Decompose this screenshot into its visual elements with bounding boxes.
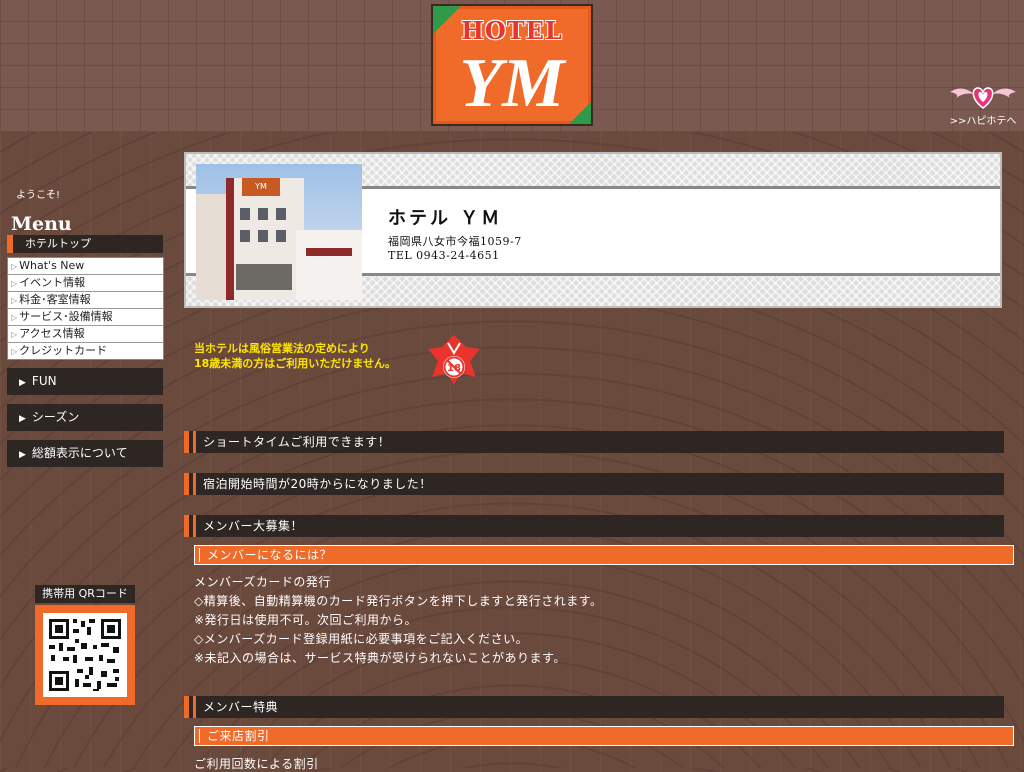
sidebar-item-access[interactable]: ▷ アクセス情報 (8, 326, 163, 343)
welcome-text: ようこそ! (16, 190, 61, 201)
subsection-title: ご来店割引 (207, 729, 270, 743)
qr-caption: 携帯用 QRコード (35, 585, 135, 603)
hotel-address: 福岡県八女市今福1059-7 (388, 235, 522, 248)
sidebar-item-label: ホテルトップ (25, 237, 91, 250)
section-short-time: ショートタイムご利用できます！ (184, 431, 1004, 453)
arrow-icon: ▷ (11, 279, 18, 288)
sidebar-item-label: イベント情報 (19, 276, 86, 289)
member-info-line: メンバーズカードの発行 (194, 575, 331, 589)
winged-heart-icon (950, 87, 1016, 109)
sidebar-item-events[interactable]: ▷ イベント情報 (8, 275, 163, 292)
double-arrow-icon: ▶ (19, 450, 26, 460)
qr-code-icon (49, 619, 121, 691)
section-member-recruit: メンバー大募集！ (184, 515, 1004, 537)
section-title: メンバー特典 (203, 700, 279, 714)
subsection-title: メンバーになるには？ (207, 548, 333, 562)
member-info-line: ◇メンバーズカード登録用紙に必要事項をご記入ください。 (194, 632, 529, 646)
section-title: ショートタイムご利用できます！ (203, 435, 391, 449)
sidebar-item-label: What's New (19, 259, 85, 272)
sidebar-button-label: シーズン (31, 410, 80, 424)
sidebar-item-label: 料金･客室情報 (19, 293, 91, 306)
double-arrow-icon: ▶ (19, 414, 26, 424)
arrow-icon: ▷ (11, 296, 18, 305)
sidebar-button-fun[interactable]: ▶ FUN (7, 368, 163, 395)
section-title: 宿泊開始時間が20時からになりました！ (203, 477, 432, 491)
section-title: メンバー大募集！ (203, 519, 304, 533)
notice-line: 18歳未満の方はご利用いただけません。 (194, 357, 396, 370)
logo-text-top: HOTEL (461, 16, 563, 45)
arrow-icon: ▷ (11, 262, 18, 271)
happy-hotel-link-label: >>ハピホテへ (949, 116, 1017, 127)
sidebar-button-season[interactable]: ▶ シーズン (7, 404, 163, 431)
member-info-text: メンバーズカードの発行 ◇精算後、自動精算機のカード発行ボタンを押下しますと発行… (194, 573, 603, 668)
sidebar-item-label: アクセス情報 (19, 327, 85, 340)
site-header: HOTEL YM >>ハピホテへ (0, 0, 1024, 132)
sidebar-item-hotel-top[interactable]: ホテルトップ (7, 235, 163, 253)
happy-hotel-link[interactable]: >>ハピホテへ (946, 84, 1020, 127)
sidebar-button-total-price[interactable]: ▶ 総額表示について (7, 440, 163, 467)
mobile-qr-block: 携帯用 QRコード (35, 585, 135, 705)
qr-code (35, 605, 135, 705)
sidebar-item-label: クレジットカード (19, 344, 108, 357)
hotel-photo[interactable]: YM (196, 164, 362, 300)
section-stay-start: 宿泊開始時間が20時からになりました！ (184, 473, 1004, 495)
arrow-icon: ▷ (11, 313, 18, 322)
hotel-phone: TEL 0943-24-4651 (388, 249, 500, 262)
logo-text-main: YM (459, 45, 565, 122)
hotel-photo-sign: YM (242, 178, 280, 196)
sidebar-item-whats-new[interactable]: ▷ What's New (8, 258, 163, 275)
age-restriction-notice: 当ホテルは風俗営業法の定めにより 18歳未満の方はご利用いただけません。 (194, 341, 396, 371)
hotel-logo[interactable]: HOTEL YM (431, 4, 593, 126)
sidebar-item-services[interactable]: ▷ サービス･設備情報 (8, 309, 163, 326)
age-18-prohibited-icon: 18 (426, 333, 482, 391)
hotel-name: ホテル ＹＭ (388, 208, 503, 229)
sidebar-button-label: 総額表示について (31, 446, 128, 460)
subsection-how-to-member: メンバーになるには？ (194, 545, 1014, 565)
arrow-icon: ▷ (11, 347, 18, 356)
sidebar-item-rates-rooms[interactable]: ▷ 料金･客室情報 (8, 292, 163, 309)
arrow-icon: ▷ (11, 330, 18, 339)
sidebar-menu-list: ▷ What's New ▷ イベント情報 ▷ 料金･客室情報 ▷ サービス･設備情報 … (7, 257, 164, 360)
member-info-line: ※未記入の場合は、サービス特典が受けられないことがあります。 (194, 651, 566, 665)
member-info-line: ◇精算後、自動精算機のカード発行ボタンを押下しますと発行されます。 (194, 594, 603, 608)
sidebar-item-credit-card[interactable]: ▷ クレジットカード (8, 343, 163, 359)
section-member-benefit: メンバー特典 (184, 696, 1004, 718)
notice-line: 当ホテルは風俗営業法の定めにより (194, 342, 370, 355)
member-info-line: ※発行日は使用不可。次回ご利用から。 (194, 613, 418, 627)
subsection-visit-discount: ご来店割引 (194, 726, 1014, 746)
sidebar-button-label: FUN (31, 374, 57, 388)
sidebar-item-label: サービス･設備情報 (19, 310, 113, 323)
hotel-info-card: YM ホテル ＹＭ 福岡県八女市今福1059-7 TEL 0943-24-465… (184, 152, 1002, 308)
double-arrow-icon: ▶ (19, 378, 26, 388)
menu-title: Menu (11, 213, 72, 235)
visit-discount-description: ご利用回数による割引 (194, 757, 319, 771)
age-badge-number: 18 (447, 363, 461, 374)
